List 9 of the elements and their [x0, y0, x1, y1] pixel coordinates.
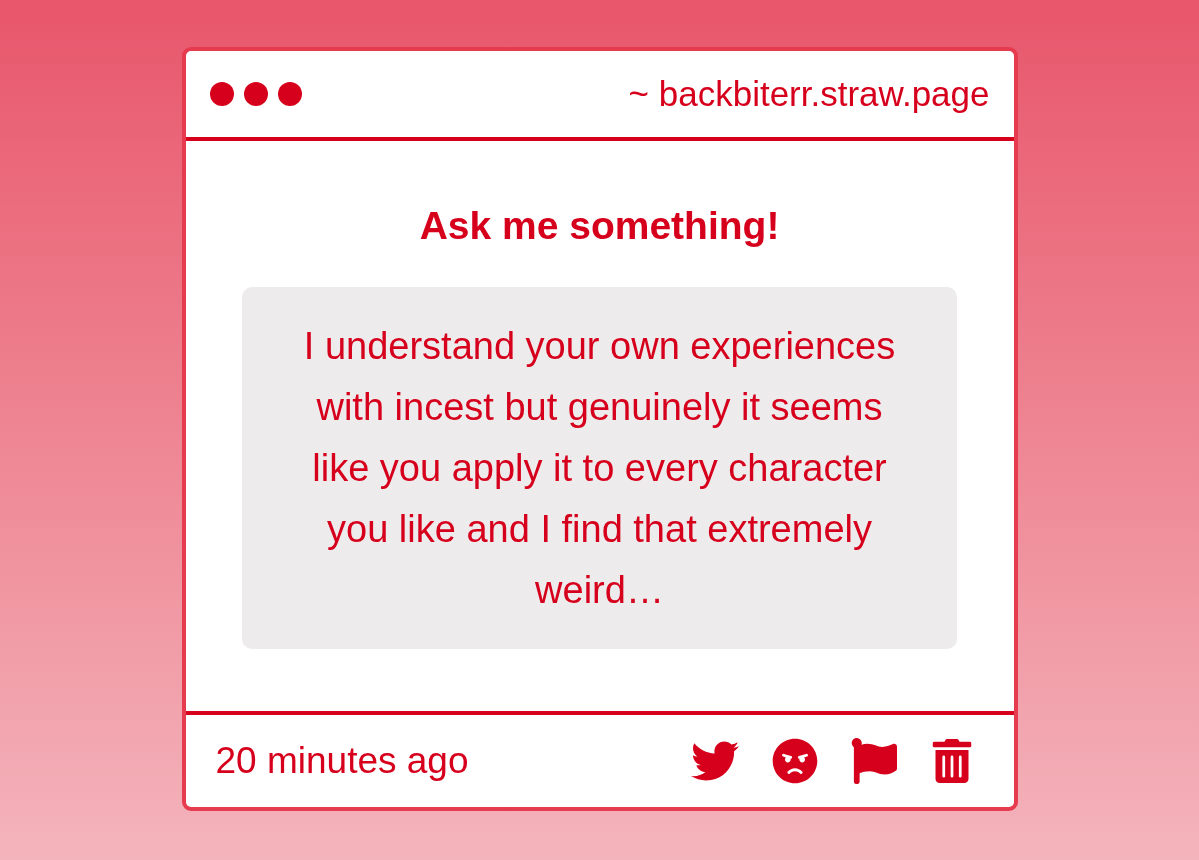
dot-icon	[243, 82, 268, 106]
time-ago: 20 minutes ago	[215, 740, 469, 782]
flag-icon[interactable]	[850, 738, 897, 784]
dot-icon	[277, 82, 302, 106]
dot-icon	[209, 82, 234, 106]
page-address: ~ backbiterr.straw.page	[628, 74, 990, 114]
question-text: I understand your own experiences with incest but genuinely it seems like you apply it to every character you like and I find that extremely weird…	[242, 287, 957, 649]
card-heading: Ask me something!	[419, 203, 780, 249]
angry-face-icon[interactable]	[771, 738, 818, 784]
